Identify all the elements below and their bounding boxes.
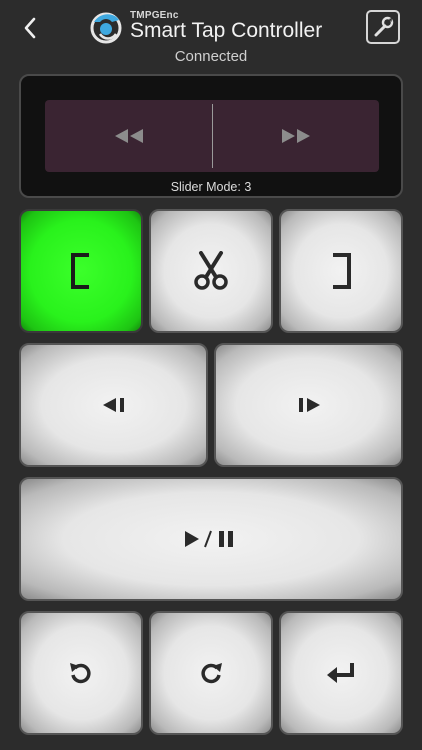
bracket-left-icon — [71, 253, 89, 289]
mark-in-button[interactable] — [19, 209, 143, 333]
enter-button[interactable] — [279, 611, 403, 735]
connection-status: Connected — [174, 48, 248, 65]
slider-track[interactable] — [45, 100, 379, 172]
app-logo-icon — [90, 12, 122, 44]
mark-out-button[interactable] — [279, 209, 403, 333]
slider-divider — [212, 104, 213, 168]
previous-frame-button[interactable] — [19, 343, 208, 467]
undo-button[interactable] — [19, 611, 143, 735]
play-pause-icon — [185, 530, 233, 548]
next-frame-button[interactable] — [214, 343, 403, 467]
app-title: Smart Tap Controller — [130, 19, 323, 42]
bracket-right-icon — [333, 253, 351, 289]
slider-rewind-zone[interactable] — [45, 100, 212, 172]
redo-icon — [201, 663, 222, 684]
back-button[interactable] — [14, 12, 46, 44]
play-pause-button[interactable] — [19, 477, 403, 601]
chevron-left-icon — [24, 17, 36, 39]
rewind-icon — [114, 129, 143, 143]
header: TMPGEnc Smart Tap Controller Connected — [0, 0, 422, 72]
step-back-icon — [102, 398, 124, 412]
wrench-icon — [374, 16, 394, 37]
enter-icon — [327, 663, 354, 683]
scissors-icon — [194, 251, 228, 290]
step-forward-icon — [298, 398, 320, 412]
slider-panel: Slider Mode: 3 — [19, 74, 403, 198]
slider-mode-label: Slider Mode: 3 — [170, 180, 252, 194]
fast-forward-icon — [281, 129, 310, 143]
redo-button[interactable] — [149, 611, 273, 735]
undo-icon — [70, 663, 91, 684]
settings-button[interactable] — [366, 10, 400, 44]
slider-forward-zone[interactable] — [212, 100, 379, 172]
cut-button[interactable] — [149, 209, 273, 333]
